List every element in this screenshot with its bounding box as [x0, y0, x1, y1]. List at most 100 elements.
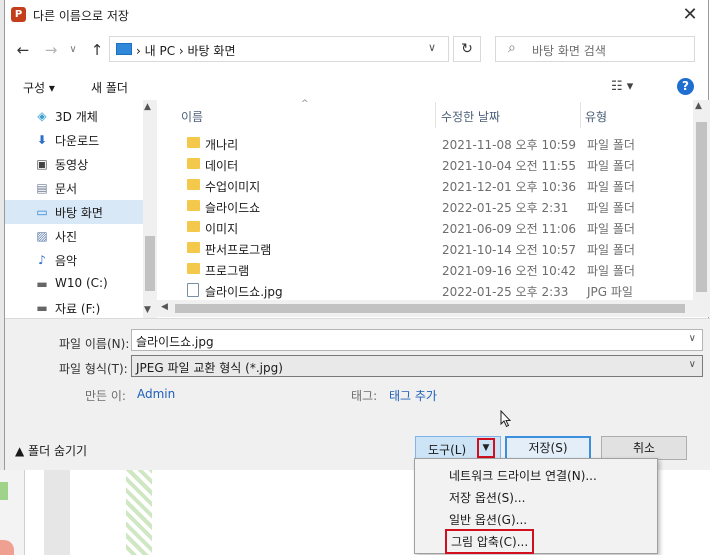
view-options-icon[interactable]: ☷ ▾ [611, 79, 633, 94]
file-name: 수업이미지 [205, 180, 261, 194]
column-divider[interactable] [435, 102, 436, 128]
chevron-down-icon[interactable]: ∨ [689, 359, 696, 370]
window-title: 다른 이름으로 저장 [33, 9, 129, 23]
hide-folders-button[interactable]: ▲ 폴더 숨기기 [15, 442, 87, 459]
nav-item-pictures[interactable]: ▨ 사진 [5, 224, 143, 248]
file-type: 파일 폴더 [587, 243, 635, 257]
file-name: 데이터 [205, 159, 239, 173]
file-name: 이미지 [205, 222, 239, 236]
organize-button[interactable]: 구성 ▾ [23, 79, 55, 96]
nav-item-drive-c[interactable]: ▬ W10 (C:) [5, 272, 143, 296]
new-folder-button[interactable]: 새 폴더 [91, 79, 128, 96]
column-header-type[interactable]: 유형 [585, 108, 607, 125]
back-arrow-icon[interactable]: ← [13, 40, 33, 60]
up-arrow-icon[interactable]: ↑ [87, 40, 107, 60]
computer-icon [116, 43, 132, 55]
tools-button-label: 도구(L) [428, 443, 467, 457]
nav-item-drive-f[interactable]: ▬ 자료 (F:) [5, 296, 143, 320]
file-row[interactable]: 이미지 2021-06-09 오전 11:06 파일 폴더 [157, 217, 692, 238]
file-row[interactable]: 판서프로그램 2021-10-14 오전 10:57 파일 폴더 [157, 238, 692, 259]
filename-label: 파일 이름(N): [59, 337, 130, 351]
menu-item-save-options[interactable]: 저장 옵션(S)... [417, 485, 655, 507]
nav-item-documents[interactable]: ▤ 문서 [5, 176, 143, 200]
file-row[interactable]: 슬라이드쇼 2022-01-25 오후 2:31 파일 폴더 [157, 196, 692, 217]
nav-item-3d-objects[interactable]: ◈ 3D 개체 [5, 104, 143, 128]
filetype-label: 파일 형식(T): [59, 362, 128, 376]
folder-icon [187, 179, 200, 190]
drive-icon: ▬ [36, 277, 48, 291]
column-header-name[interactable]: 이름 [181, 108, 203, 125]
file-type: 파일 폴더 [587, 264, 635, 278]
filetype-select[interactable]: JPEG 파일 교환 형식 (*.jpg) ∨ [131, 355, 703, 377]
scroll-up-icon[interactable]: ▲ [144, 102, 151, 112]
menu-item-compress-pictures[interactable]: 그림 압축(C)... [417, 529, 655, 554]
help-icon[interactable]: ? [677, 78, 694, 95]
column-header-date[interactable]: 수정한 날짜 [441, 108, 500, 125]
chevron-down-icon[interactable]: ∨ [689, 333, 696, 344]
file-name: 프로그램 [205, 264, 250, 278]
nav-item-downloads[interactable]: ⬇ 다운로드 [5, 128, 143, 152]
nav-item-label: 동영상 [55, 158, 89, 172]
save-button[interactable]: 저장(S) [505, 436, 591, 460]
file-name: 개나리 [205, 138, 239, 152]
tools-dropdown-arrow-icon[interactable]: ▼ [477, 438, 495, 458]
scroll-up-icon[interactable]: ▲ [695, 101, 702, 111]
recent-locations-chevron-icon[interactable]: ∨ [63, 40, 83, 60]
folder-icon [187, 242, 200, 253]
file-row[interactable]: 프로그램 2021-09-16 오전 10:42 파일 폴더 [157, 259, 692, 280]
forward-arrow-icon[interactable]: → [41, 40, 61, 60]
scroll-down-icon[interactable]: ▼ [144, 305, 151, 315]
file-type: 파일 폴더 [587, 201, 635, 215]
file-type: 파일 폴더 [587, 159, 635, 173]
document-icon: ▤ [36, 181, 48, 195]
author-link[interactable]: Admin [137, 387, 175, 401]
author-label: 만든 이: [85, 389, 126, 403]
file-name: 슬라이드쇼 [205, 201, 261, 215]
background-ruler [44, 470, 70, 555]
column-divider[interactable] [580, 102, 581, 128]
nav-item-videos[interactable]: ▣ 동영상 [5, 152, 143, 176]
close-button[interactable]: ✕ [673, 2, 707, 28]
address-path[interactable]: › 내 PC › 바탕 화면 [136, 42, 236, 59]
nav-item-label: 다운로드 [55, 134, 100, 148]
filename-input[interactable]: 슬라이드쇼.jpg ∨ [131, 329, 703, 351]
search-icon: ⌕ [508, 40, 516, 56]
menu-item-general-options[interactable]: 일반 옵션(G)... [417, 507, 655, 529]
nav-item-music[interactable]: ♪ 음악 [5, 248, 143, 272]
nav-item-label: W10 (C:) [55, 276, 108, 290]
search-input[interactable]: ⌕ 바탕 화면 검색 [495, 36, 695, 62]
nav-item-desktop[interactable]: ▭ 바탕 화면 [5, 200, 143, 224]
add-tag-link[interactable]: 태그 추가 [389, 387, 437, 404]
folder-icon [187, 200, 200, 211]
download-icon: ⬇ [36, 133, 48, 147]
background-slide-pattern [126, 470, 152, 555]
pictures-icon: ▨ [36, 229, 48, 243]
nav-item-label: 사진 [55, 230, 78, 244]
file-row[interactable]: 슬라이드쇼.jpg 2022-01-25 오후 2:33 JPG 파일 [157, 280, 692, 301]
image-file-icon [187, 283, 199, 297]
file-date: 2022-01-25 오후 2:31 [442, 201, 569, 215]
file-type: JPG 파일 [587, 285, 633, 299]
scroll-left-icon[interactable]: ◀ [161, 302, 168, 312]
cancel-button[interactable]: 취소 [601, 436, 687, 460]
menu-item-label: 그림 압축(C)... [444, 529, 535, 554]
vertical-scroll-thumb[interactable] [696, 122, 707, 292]
video-icon: ▣ [36, 157, 48, 171]
folder-icon [187, 137, 200, 148]
file-row[interactable]: 데이터 2021-10-04 오전 11:55 파일 폴더 [157, 154, 692, 175]
folder-icon [187, 263, 200, 274]
refresh-icon[interactable]: ↻ [453, 36, 481, 62]
menu-item-label: 네트워크 드라이브 연결(N)... [449, 469, 597, 483]
folder-icon [187, 221, 200, 232]
file-name: 슬라이드쇼.jpg [205, 285, 283, 299]
file-row[interactable]: 수업이미지 2021-12-01 오후 10:36 파일 폴더 [157, 175, 692, 196]
nav-pane-scroll-thumb[interactable] [145, 236, 155, 291]
title-bar: P 다른 이름으로 저장 ✕ [5, 0, 710, 30]
powerpoint-icon: P [11, 7, 26, 22]
file-row[interactable]: 개나리 2021-11-08 오후 10:59 파일 폴더 [157, 133, 692, 154]
address-bar[interactable]: › 내 PC › 바탕 화면 ∨ [109, 36, 449, 62]
address-dropdown-chevron-icon[interactable]: ∨ [428, 41, 436, 54]
menu-item-map-network-drive[interactable]: 네트워크 드라이브 연결(N)... [417, 463, 655, 485]
horizontal-scroll-thumb[interactable] [175, 304, 685, 313]
menu-item-label: 저장 옵션(S)... [449, 491, 526, 505]
